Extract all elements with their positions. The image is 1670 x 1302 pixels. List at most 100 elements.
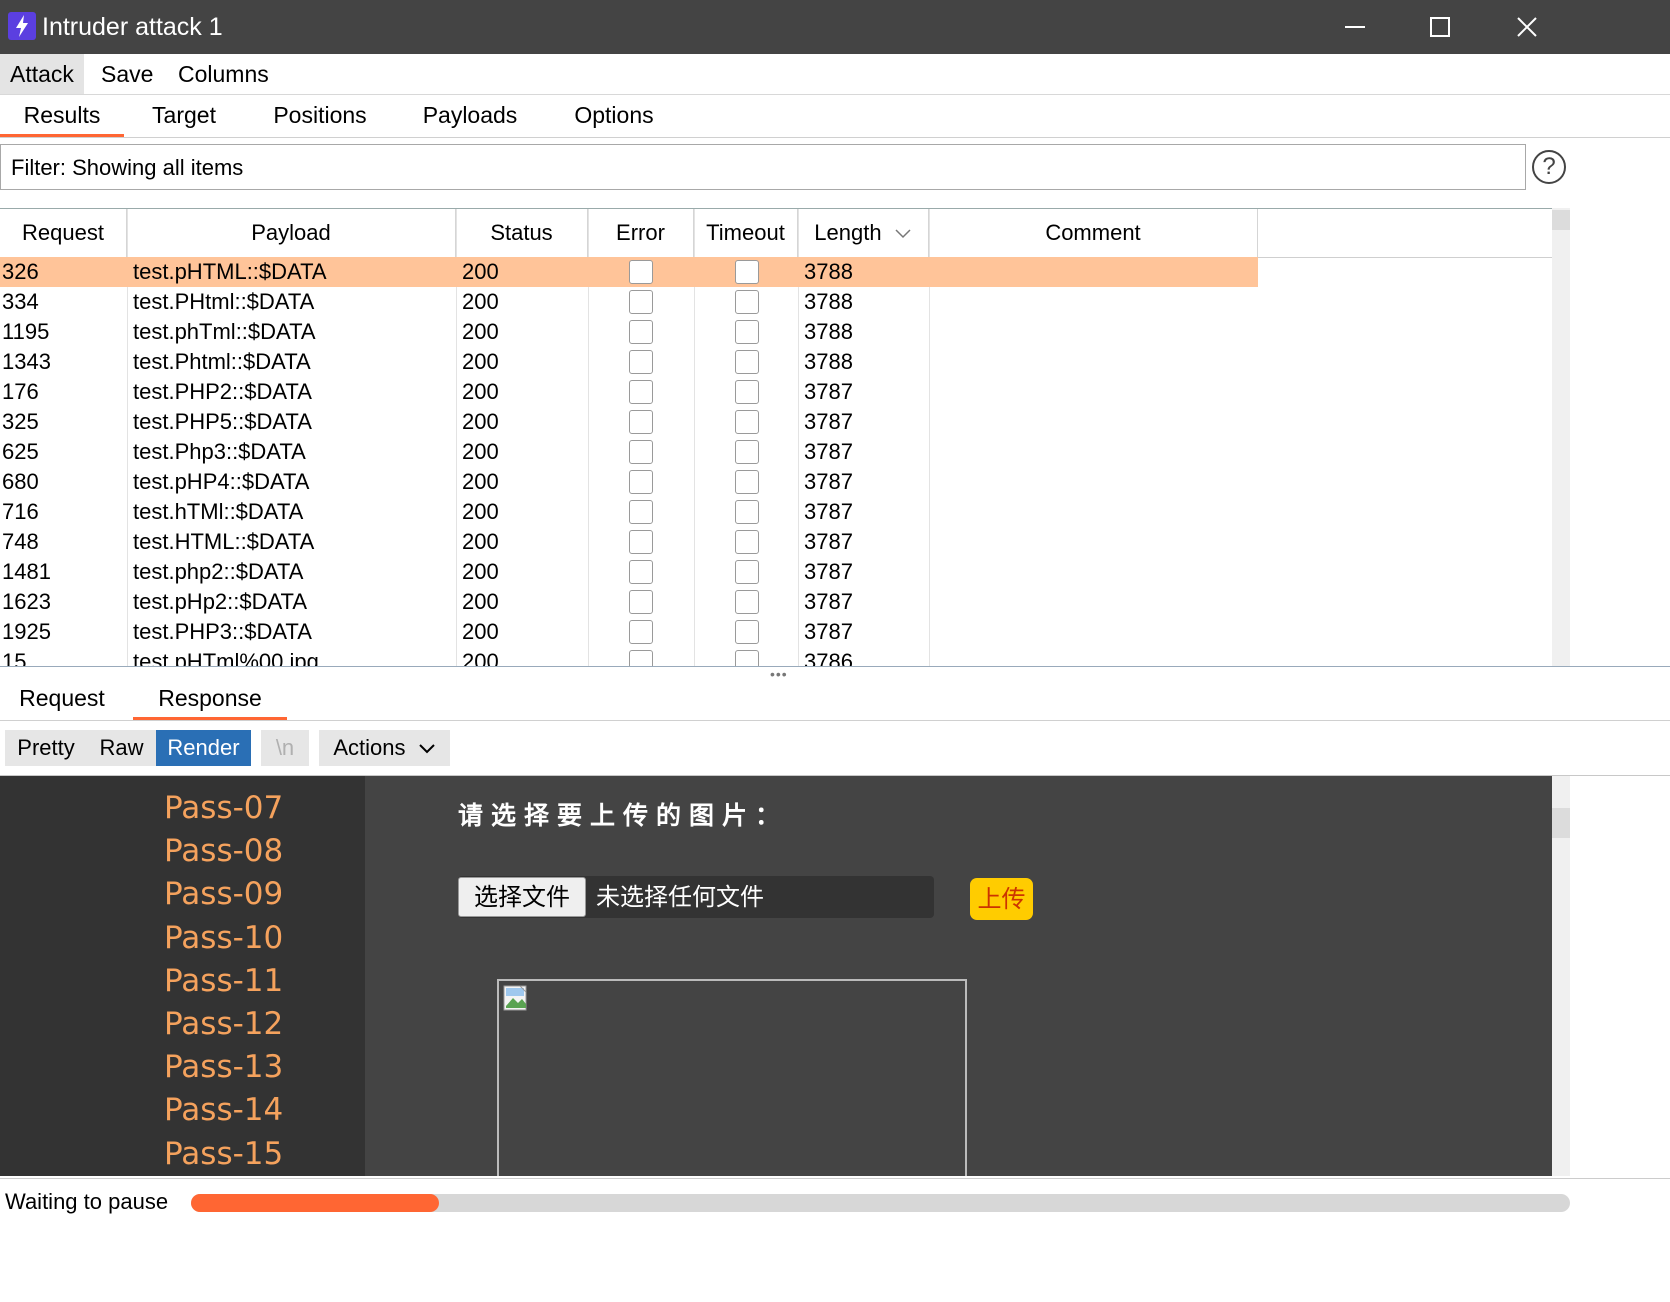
minimize-button[interactable] — [1320, 0, 1390, 54]
actions-dropdown[interactable]: Actions — [319, 730, 450, 766]
cell-payload: test.php2::$DATA — [133, 559, 304, 584]
newline-toggle-button[interactable]: \n — [261, 730, 309, 766]
tab-request[interactable]: Request — [0, 678, 124, 720]
timeout-checkbox[interactable] — [735, 470, 759, 494]
close-button[interactable] — [1492, 0, 1562, 54]
menu-columns[interactable]: Columns — [168, 54, 279, 94]
table-row[interactable]: 680 test.pHP4::$DATA 200 3787 — [0, 467, 1552, 497]
pass-link[interactable]: Pass-13 — [164, 1047, 283, 1087]
render-scrollbar-thumb[interactable] — [1552, 808, 1570, 838]
tab-options[interactable]: Options — [544, 95, 684, 137]
timeout-checkbox[interactable] — [735, 350, 759, 374]
column-header-comment[interactable]: Comment — [929, 209, 1258, 257]
timeout-checkbox[interactable] — [735, 500, 759, 524]
cell-payload: test.PHP2::$DATA — [133, 379, 312, 404]
cell-status: 200 — [462, 469, 499, 494]
error-checkbox[interactable] — [629, 500, 653, 524]
error-checkbox[interactable] — [629, 320, 653, 344]
table-row[interactable]: 1195 test.phTml::$DATA 200 3788 — [0, 317, 1552, 347]
pass-link[interactable]: Pass-11 — [164, 961, 283, 1001]
cell-status: 200 — [462, 439, 499, 464]
error-checkbox[interactable] — [629, 440, 653, 464]
menu-save[interactable]: Save — [91, 54, 163, 94]
maximize-button[interactable] — [1405, 0, 1475, 54]
cell-length: 3787 — [804, 379, 853, 404]
cell-request: 625 — [2, 439, 39, 464]
results-table: Request Payload Status Error Timeout Len… — [0, 208, 1552, 667]
timeout-checkbox[interactable] — [735, 410, 759, 434]
error-checkbox[interactable] — [629, 650, 653, 667]
timeout-checkbox[interactable] — [735, 650, 759, 667]
column-header-timeout[interactable]: Timeout — [694, 209, 798, 257]
table-row[interactable]: 176 test.PHP2::$DATA 200 3787 — [0, 377, 1552, 407]
error-checkbox[interactable] — [629, 590, 653, 614]
status-bar: Waiting to pause — [0, 1178, 1670, 1223]
column-header-request[interactable]: Request — [0, 209, 127, 257]
table-row[interactable]: 1623 test.pHp2::$DATA 200 3787 — [0, 587, 1552, 617]
tab-results[interactable]: Results — [0, 95, 124, 137]
timeout-checkbox[interactable] — [735, 290, 759, 314]
cell-status: 200 — [462, 589, 499, 614]
column-header-error[interactable]: Error — [588, 209, 694, 257]
tab-target[interactable]: Target — [124, 95, 244, 137]
table-row[interactable]: 15 test.pHTml%00.jpg 200 3786 — [0, 647, 1552, 667]
table-header: Request Payload Status Error Timeout Len… — [0, 209, 1552, 258]
timeout-checkbox[interactable] — [735, 260, 759, 284]
timeout-checkbox[interactable] — [735, 590, 759, 614]
pass-link[interactable]: Pass-08 — [164, 831, 283, 871]
error-checkbox[interactable] — [629, 470, 653, 494]
cell-status: 200 — [462, 289, 499, 314]
error-checkbox[interactable] — [629, 290, 653, 314]
help-icon[interactable]: ? — [1532, 150, 1566, 184]
pass-link[interactable]: Pass-10 — [164, 918, 283, 958]
cell-request: 748 — [2, 529, 39, 554]
column-header-payload[interactable]: Payload — [127, 209, 456, 257]
column-header-status[interactable]: Status — [456, 209, 588, 257]
timeout-checkbox[interactable] — [735, 320, 759, 344]
choose-file-button[interactable]: 选择文件 — [458, 877, 586, 917]
error-checkbox[interactable] — [629, 530, 653, 554]
cell-status: 200 — [462, 619, 499, 644]
pass-link[interactable]: Pass-12 — [164, 1004, 283, 1044]
results-scrollbar[interactable] — [1552, 208, 1570, 666]
close-icon — [1517, 17, 1537, 37]
cell-request: 326 — [2, 259, 39, 284]
render-button[interactable]: Render — [156, 730, 251, 766]
pass-link[interactable]: Pass-07 — [164, 788, 283, 828]
timeout-checkbox[interactable] — [735, 560, 759, 584]
table-row[interactable]: 326 test.pHTML::$DATA 200 3788 — [0, 257, 1258, 287]
results-scrollbar-thumb[interactable] — [1552, 210, 1570, 230]
tab-positions[interactable]: Positions — [244, 95, 396, 137]
table-row[interactable]: 1343 test.Phtml::$DATA 200 3788 — [0, 347, 1552, 377]
filter-bar[interactable]: Filter: Showing all items — [0, 144, 1526, 190]
pass-link[interactable]: Pass-15 — [164, 1134, 283, 1174]
cell-payload: test.hTMl::$DATA — [133, 499, 304, 524]
table-row[interactable]: 325 test.PHP5::$DATA 200 3787 — [0, 407, 1552, 437]
upload-button[interactable]: 上传 — [970, 878, 1033, 920]
raw-button[interactable]: Raw — [87, 730, 156, 766]
error-checkbox[interactable] — [629, 410, 653, 434]
menu-attack[interactable]: Attack — [0, 54, 84, 94]
error-checkbox[interactable] — [629, 380, 653, 404]
pass-link[interactable]: Pass-09 — [164, 874, 283, 914]
error-checkbox[interactable] — [629, 560, 653, 584]
image-preview-box — [497, 979, 967, 1176]
error-checkbox[interactable] — [629, 350, 653, 374]
timeout-checkbox[interactable] — [735, 530, 759, 554]
tab-payloads[interactable]: Payloads — [396, 95, 544, 137]
pretty-button[interactable]: Pretty — [5, 730, 87, 766]
timeout-checkbox[interactable] — [735, 620, 759, 644]
tab-response[interactable]: Response — [133, 678, 287, 720]
table-row[interactable]: 334 test.PHtml::$DATA 200 3788 — [0, 287, 1552, 317]
pass-link[interactable]: Pass-14 — [164, 1090, 283, 1130]
column-header-length[interactable]: Length — [798, 209, 929, 257]
table-row[interactable]: 625 test.Php3::$DATA 200 3787 — [0, 437, 1552, 467]
timeout-checkbox[interactable] — [735, 440, 759, 464]
table-row[interactable]: 716 test.hTMl::$DATA 200 3787 — [0, 497, 1552, 527]
table-row[interactable]: 1925 test.PHP3::$DATA 200 3787 — [0, 617, 1552, 647]
timeout-checkbox[interactable] — [735, 380, 759, 404]
error-checkbox[interactable] — [629, 260, 653, 284]
table-row[interactable]: 1481 test.php2::$DATA 200 3787 — [0, 557, 1552, 587]
error-checkbox[interactable] — [629, 620, 653, 644]
table-row[interactable]: 748 test.HTML::$DATA 200 3787 — [0, 527, 1552, 557]
